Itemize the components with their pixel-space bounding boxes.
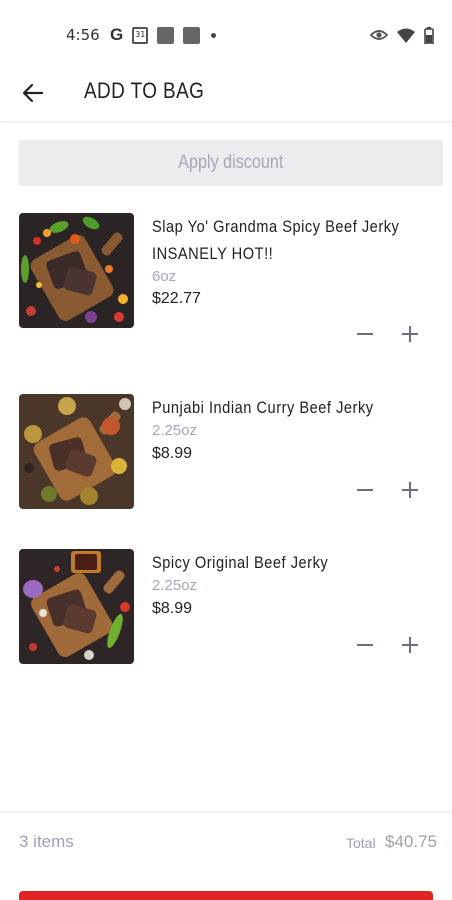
increase-quantity-button[interactable]	[397, 477, 423, 503]
item-name: Slap Yo' Grandma Spicy Beef Jerky INSANE…	[152, 213, 422, 267]
apply-discount-button[interactable]: Apply discount	[19, 140, 443, 186]
battery-icon	[424, 26, 434, 44]
product-image	[19, 213, 134, 328]
minus-icon	[357, 644, 373, 646]
dot-icon	[211, 32, 217, 38]
product-image	[19, 549, 134, 664]
wifi-icon	[397, 28, 415, 43]
calendar-icon: 31	[132, 26, 149, 44]
notification-icons: G 31	[110, 25, 217, 44]
total-label: Total	[346, 835, 376, 851]
item-name-line: INSANELY HOT!!	[152, 244, 274, 263]
item-name: Spicy Original Beef Jerky	[152, 549, 422, 576]
total-value: $40.75	[385, 832, 437, 851]
cart-footer: 3 items Total $40.75	[0, 812, 452, 900]
status-time: 4:56	[66, 26, 100, 44]
item-name-line: Slap Yo' Grandma Spicy Beef Jerky	[152, 217, 400, 236]
cart-item: Spicy Original Beef Jerky 2.25oz $8.99	[0, 549, 452, 679]
item-price: $8.99	[152, 445, 193, 462]
header: ADD TO BAG	[0, 70, 452, 122]
plus-icon	[402, 326, 418, 342]
decrease-quantity-button[interactable]	[352, 477, 378, 503]
item-name: Punjabi Indian Curry Beef Jerky	[152, 394, 422, 421]
cart-item: Punjabi Indian Curry Beef Jerky 2.25oz $…	[0, 394, 452, 524]
item-size: 6oz	[152, 268, 177, 285]
eye-icon	[370, 30, 388, 40]
app-icon	[183, 26, 201, 44]
plus-icon	[402, 482, 418, 498]
arrow-left-icon	[22, 83, 44, 103]
decrease-quantity-button[interactable]	[352, 321, 378, 347]
item-size: 2.25oz	[152, 422, 198, 439]
decrease-quantity-button[interactable]	[352, 632, 378, 658]
google-icon: G	[110, 25, 124, 44]
increase-quantity-button[interactable]	[397, 321, 423, 347]
app-icon	[157, 26, 175, 44]
apply-discount-label: Apply discount	[178, 152, 284, 173]
page-title: ADD TO BAG	[84, 78, 205, 103]
item-price: $22.77	[152, 290, 201, 307]
cart-item: Slap Yo' Grandma Spicy Beef Jerky INSANE…	[0, 213, 452, 343]
checkout-button[interactable]	[19, 891, 433, 900]
increase-quantity-button[interactable]	[397, 632, 423, 658]
item-size: 2.25oz	[152, 577, 198, 594]
item-count: 3 items	[19, 832, 74, 851]
item-name-line: Spicy Original Beef Jerky	[152, 553, 329, 572]
item-price: $8.99	[152, 600, 193, 617]
product-image	[19, 394, 134, 509]
back-button[interactable]	[18, 78, 48, 108]
plus-icon	[402, 637, 418, 653]
minus-icon	[357, 489, 373, 491]
system-icons	[370, 26, 434, 44]
status-bar: 4:56 G 31	[0, 0, 452, 70]
item-name-line: Punjabi Indian Curry Beef Jerky	[152, 398, 374, 417]
minus-icon	[357, 333, 373, 335]
